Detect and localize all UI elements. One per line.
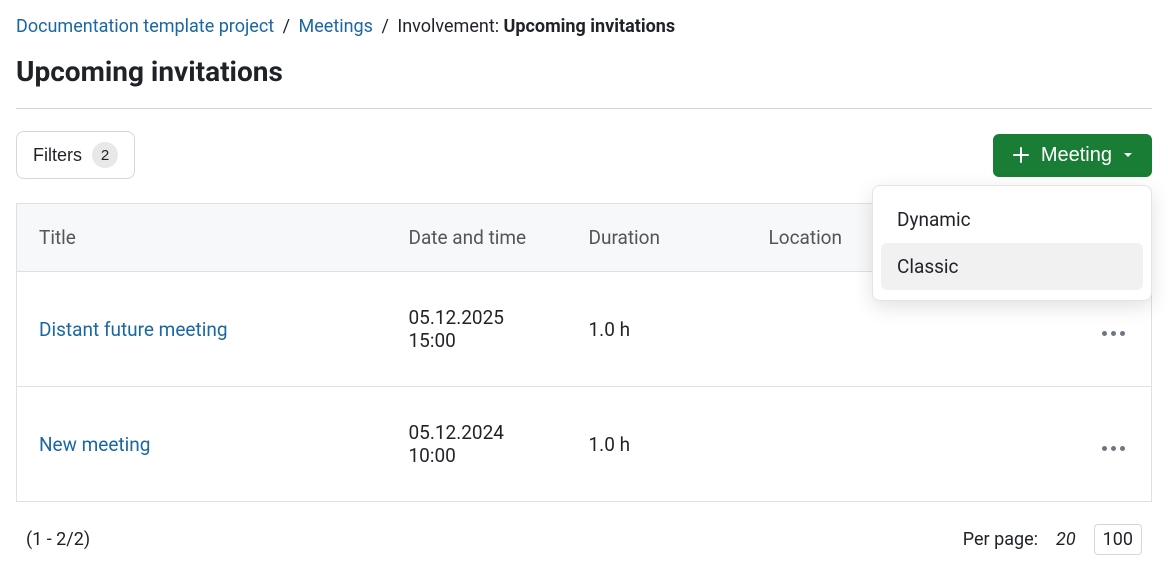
breadcrumb: Documentation template project / Meeting…	[16, 16, 1152, 37]
per-page-selector: Per page: 20 100	[963, 524, 1142, 555]
meeting-location	[747, 387, 1072, 502]
meeting-duration: 1.0 h	[567, 387, 747, 502]
header-duration[interactable]: Duration	[567, 204, 747, 272]
toolbar: Filters 2 Meeting Dynamic Classic	[16, 131, 1152, 179]
breadcrumb-separator: /	[283, 16, 290, 37]
page-title: Upcoming invitations	[16, 55, 1152, 88]
plus-icon	[1011, 145, 1031, 165]
meeting-datetime: 05.12.2024 10:00	[387, 387, 567, 502]
per-page-label: Per page:	[963, 529, 1038, 550]
table-footer: (1 - 2/2) Per page: 20 100	[16, 502, 1152, 555]
filters-label: Filters	[33, 145, 82, 166]
breadcrumb-separator: /	[381, 16, 388, 37]
per-page-option-100[interactable]: 100	[1094, 524, 1142, 555]
table-row: New meeting 05.12.2024 10:00 1.0 h	[17, 387, 1152, 502]
more-icon[interactable]	[1098, 327, 1129, 340]
chevron-down-icon	[1122, 149, 1134, 161]
dropdown-item-dynamic[interactable]: Dynamic	[881, 196, 1143, 243]
more-icon[interactable]	[1098, 442, 1129, 455]
header-title[interactable]: Title	[17, 204, 387, 272]
header-datetime[interactable]: Date and time	[387, 204, 567, 272]
meeting-title-link[interactable]: New meeting	[39, 433, 150, 456]
pagination-range: (1 - 2/2)	[26, 529, 90, 550]
breadcrumb-link-project[interactable]: Documentation template project	[16, 16, 274, 37]
meeting-datetime: 05.12.2025 15:00	[387, 272, 567, 387]
meeting-button-label: Meeting	[1041, 144, 1112, 167]
breadcrumb-current-label: Involvement:	[397, 16, 503, 37]
divider	[16, 108, 1152, 109]
meeting-dropdown: Dynamic Classic	[872, 185, 1152, 301]
filters-button[interactable]: Filters 2	[16, 131, 135, 179]
add-meeting-button[interactable]: Meeting	[993, 134, 1152, 177]
breadcrumb-current-value: Upcoming invitations	[504, 16, 676, 37]
per-page-option-20[interactable]: 20	[1050, 525, 1082, 554]
filters-count-badge: 2	[92, 142, 118, 168]
dropdown-item-classic[interactable]: Classic	[881, 243, 1143, 290]
meeting-title-link[interactable]: Distant future meeting	[39, 318, 228, 341]
breadcrumb-link-meetings[interactable]: Meetings	[299, 16, 373, 37]
meeting-duration: 1.0 h	[567, 272, 747, 387]
